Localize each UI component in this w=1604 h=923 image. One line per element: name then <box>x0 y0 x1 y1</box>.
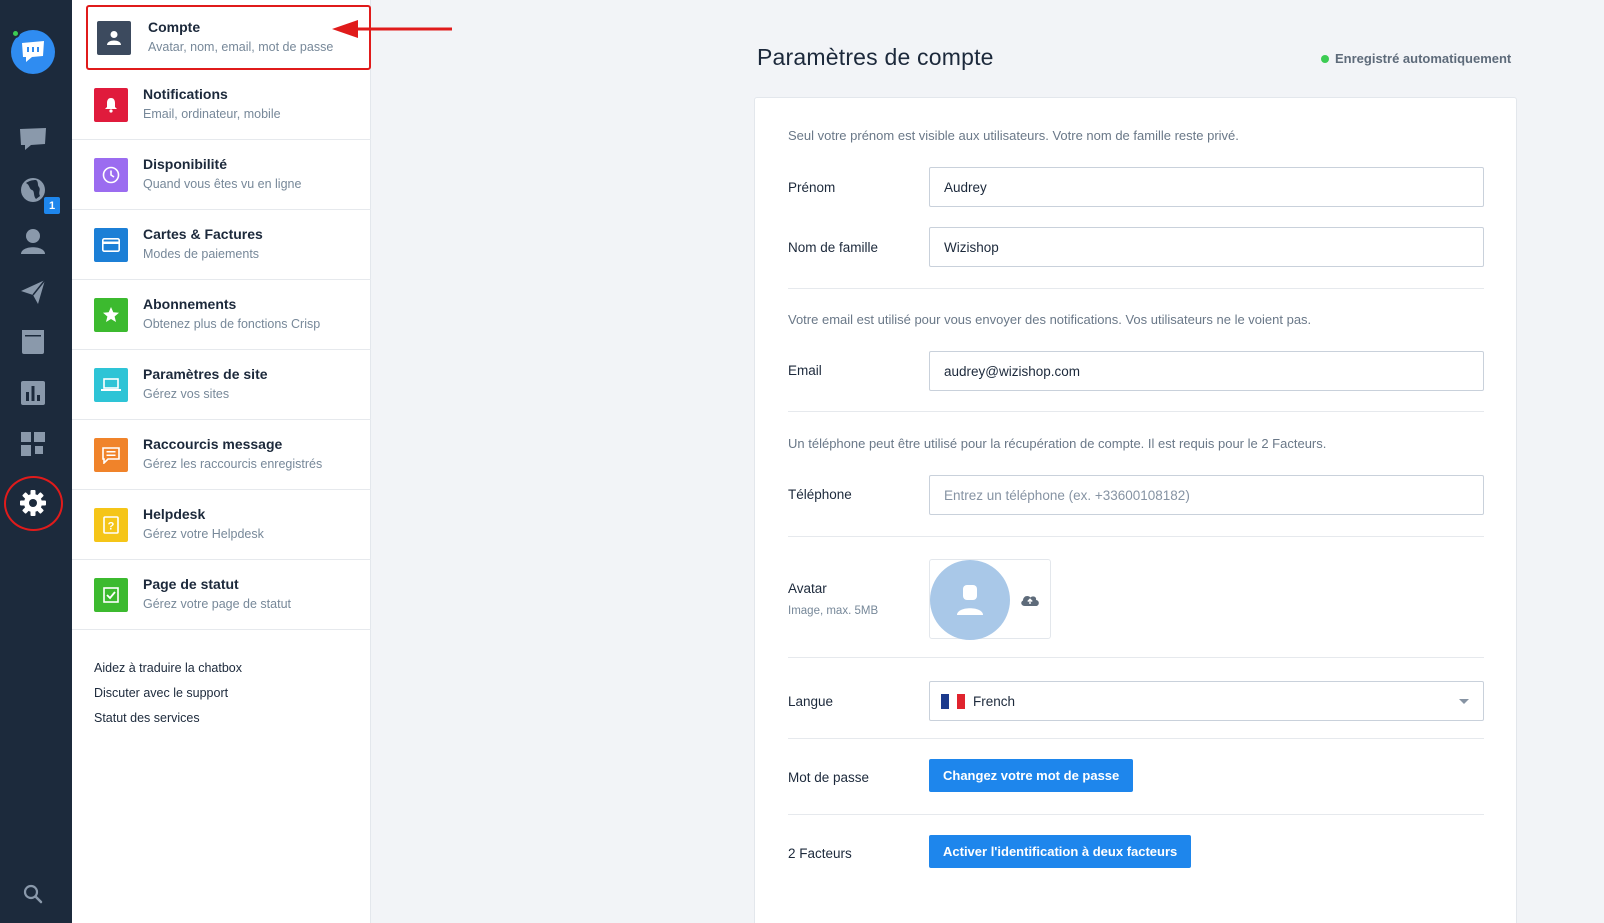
visitors-badge: 1 <box>44 197 60 214</box>
last-name-label: Nom de famille <box>788 240 879 255</box>
bell-icon <box>94 88 128 122</box>
divider <box>788 411 1484 412</box>
menu-item-helpdesk[interactable]: ? Helpdesk Gérez votre Helpdesk <box>72 490 371 560</box>
divider <box>788 738 1484 739</box>
language-label: Langue <box>788 694 834 709</box>
saved-status-text: Enregistré automatiquement <box>1335 51 1512 66</box>
change-password-button[interactable]: Changez votre mot de passe <box>929 759 1134 792</box>
avatar <box>930 560 1010 640</box>
service-status-link[interactable]: Statut des services <box>94 710 242 735</box>
laptop-icon <box>94 368 128 402</box>
menu-item-notifications[interactable]: Notifications Email, ordinateur, mobile <box>72 70 371 140</box>
menu-item-subtitle: Quand vous êtes vu en ligne <box>143 177 302 191</box>
credit-card-icon <box>94 228 128 262</box>
twofa-label: 2 Facteurs <box>788 846 852 861</box>
analytics-icon[interactable] <box>16 376 50 410</box>
avatar-label: Avatar <box>788 581 827 596</box>
menu-item-site-settings[interactable]: Paramètres de site Gérez vos sites <box>72 350 371 420</box>
divider <box>788 288 1484 289</box>
avatar-uploader[interactable] <box>929 559 1051 640</box>
contacts-icon[interactable] <box>16 224 50 258</box>
translate-chatbox-link[interactable]: Aidez à traduire la chatbox <box>94 660 242 685</box>
page-title: Paramètres de compte <box>757 44 994 70</box>
online-status-dot <box>11 29 20 38</box>
email-privacy-note: Votre email est utilisé pour vous envoye… <box>788 312 1312 327</box>
name-privacy-note: Seul votre prénom est visible aux utilis… <box>788 128 1239 143</box>
menu-item-title: Cartes & Factures <box>143 226 263 242</box>
menu-item-title: Helpdesk <box>143 506 206 522</box>
account-settings-card: Seul votre prénom est visible aux utilis… <box>754 97 1517 923</box>
menu-item-subtitle: Modes de paiements <box>143 247 260 261</box>
divider <box>788 657 1484 658</box>
email-input[interactable] <box>929 351 1484 391</box>
menu-item-subtitle: Avatar, nom, email, mot de passe <box>148 40 334 54</box>
menu-item-status-page[interactable]: Page de statut Gérez votre page de statu… <box>72 560 371 630</box>
first-name-label: Prénom <box>788 180 836 195</box>
menu-item-account[interactable]: Compte Avatar, nom, email, mot de passe <box>86 5 371 70</box>
divider <box>788 814 1484 815</box>
first-name-input[interactable] <box>929 167 1484 207</box>
phone-note: Un téléphone peut être utilisé pour la r… <box>788 436 1327 451</box>
menu-item-subtitle: Gérez les raccourcis enregistrés <box>143 457 323 471</box>
chevron-down-icon <box>1459 699 1469 704</box>
french-flag-icon <box>941 693 965 709</box>
menu-item-subscriptions[interactable]: Abonnements Obtenez plus de fonctions Cr… <box>72 280 371 350</box>
icon-rail: 1 <box>0 0 72 923</box>
helpdesk-icon[interactable] <box>16 325 50 359</box>
menu-item-subtitle: Gérez votre Helpdesk <box>143 527 264 541</box>
menu-item-title: Paramètres de site <box>143 366 268 382</box>
password-label: Mot de passe <box>788 770 870 785</box>
user-icon <box>97 21 131 55</box>
divider <box>788 536 1484 537</box>
enable-2fa-button[interactable]: Activer l'identification à deux facteurs <box>929 835 1192 868</box>
menu-item-availability[interactable]: Disponibilité Quand vous êtes vu en lign… <box>72 140 371 210</box>
menu-footer-links: Aidez à traduire la chatbox Discuter ave… <box>94 660 242 735</box>
message-shortcut-icon <box>94 438 128 472</box>
campaigns-icon[interactable] <box>16 275 50 309</box>
menu-item-title: Page de statut <box>143 576 239 592</box>
last-name-input[interactable] <box>929 227 1484 267</box>
check-icon <box>94 578 128 612</box>
phone-label: Téléphone <box>788 487 852 502</box>
language-select[interactable]: French <box>929 681 1484 721</box>
menu-item-title: Notifications <box>143 86 228 102</box>
clock-icon <box>94 158 128 192</box>
chat-support-link[interactable]: Discuter avec le support <box>94 685 242 710</box>
email-label: Email <box>788 363 822 378</box>
menu-item-title: Raccourcis message <box>143 436 283 452</box>
menu-item-subtitle: Gérez vos sites <box>143 387 230 401</box>
menu-item-shortcuts[interactable]: Raccourcis message Gérez les raccourcis … <box>72 420 371 490</box>
annotation-arrow <box>332 20 452 38</box>
star-icon <box>94 298 128 332</box>
conversations-icon[interactable] <box>16 122 50 156</box>
menu-item-billing[interactable]: Cartes & Factures Modes de paiements <box>72 210 371 280</box>
menu-item-subtitle: Email, ordinateur, mobile <box>143 107 281 121</box>
upload-cloud-icon[interactable] <box>1018 588 1042 612</box>
help-icon: ? <box>94 508 128 542</box>
plugins-icon[interactable] <box>16 427 50 461</box>
svg-text:?: ? <box>108 521 115 533</box>
menu-item-subtitle: Obtenez plus de fonctions Crisp <box>143 317 321 331</box>
saved-status-dot <box>1321 54 1329 63</box>
menu-item-title: Abonnements <box>143 296 237 312</box>
menu-item-title: Compte <box>148 19 201 35</box>
menu-item-title: Disponibilité <box>143 156 227 172</box>
settings-menu: Notifications Email, ordinateur, mobile … <box>72 0 371 923</box>
autosave-status: Enregistré automatiquement <box>1321 51 1511 66</box>
phone-input[interactable] <box>929 475 1484 515</box>
search-icon[interactable] <box>16 877 50 911</box>
avatar-size-hint: Image, max. 5MB <box>788 605 879 617</box>
annotation-circle <box>4 476 63 531</box>
menu-item-subtitle: Gérez votre page de statut <box>143 597 292 611</box>
language-value: French <box>973 693 1016 709</box>
